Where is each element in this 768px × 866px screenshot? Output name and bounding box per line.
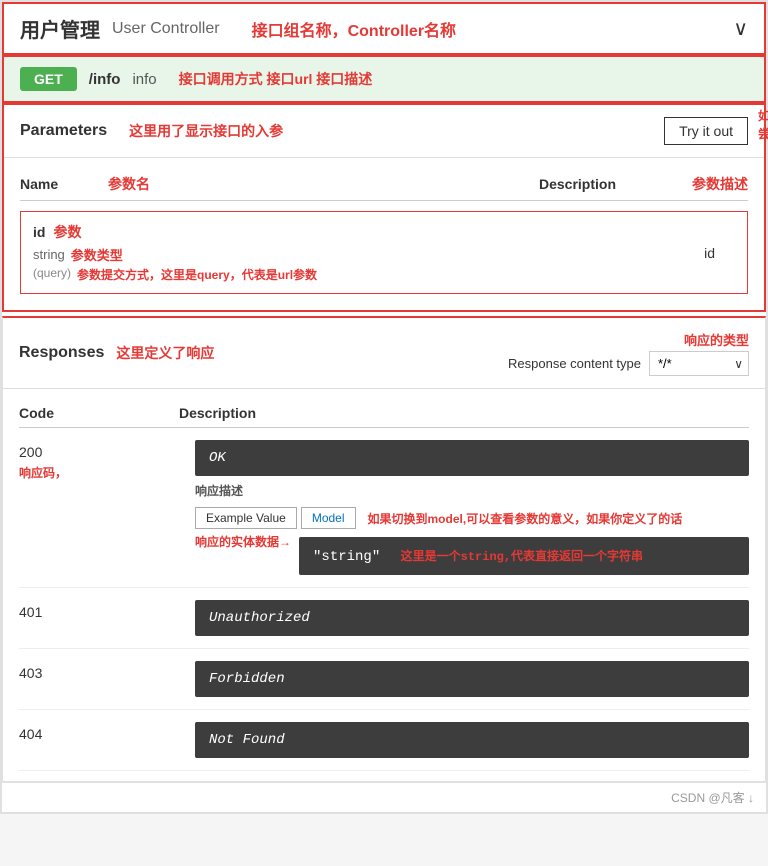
col-description-label: Description <box>179 405 749 421</box>
param-description: id <box>704 245 735 261</box>
param-id-annotation: 参数 <box>53 222 81 242</box>
response-code-annotation: 响应码， <box>19 464 179 481</box>
response-row-404: 404 Not Found <box>19 710 749 771</box>
controller-annotation: 接口组名称，Controller名称 <box>252 17 456 41</box>
responses-section: Responses 这里定义了响应 响应的类型 Response content… <box>2 316 766 782</box>
response-type-select[interactable]: */* <box>649 351 749 376</box>
entity-value-annotation: 这里是一个string,代表直接返回一个字符串 <box>401 550 643 564</box>
response-desc-annotation: 响应描述 <box>195 484 243 498</box>
response-ok-box: OK <box>195 440 749 476</box>
entity-annotation: 响应的实体数据→ <box>195 533 291 550</box>
controller-title-cn: 用户管理 <box>20 14 100 43</box>
response-unauthorized-box: Unauthorized <box>195 600 749 636</box>
tabs-annotation: 如果切换到model,可以查看参数的意义，如果你定义了的话 <box>368 510 683 527</box>
response-type-select-wrapper[interactable]: */* <box>649 351 749 376</box>
param-id-label: id <box>33 224 45 240</box>
param-row: id 参数 string 参数类型 (query) 参数提交方式，这里是quer… <box>33 222 735 283</box>
page-footer: CSDN @凡客 ↓ <box>2 782 766 812</box>
response-code-403: 403 <box>19 661 179 681</box>
response-notfound-box: Not Found <box>195 722 749 758</box>
model-tab[interactable]: Model <box>301 507 356 529</box>
response-code-401: 401 <box>19 600 179 620</box>
endpoint-path: /info <box>89 71 121 88</box>
entity-value: "string" <box>313 549 380 565</box>
response-row-403: 403 Forbidden <box>19 649 749 710</box>
responses-columns: Code Description <box>19 399 749 428</box>
example-value-box: "string" 这里是一个string,代表直接返回一个字符串 <box>299 537 749 575</box>
param-type-annotation: 参数类型 <box>71 245 123 264</box>
responses-header: Responses 这里定义了响应 响应的类型 Response content… <box>3 318 765 389</box>
responses-annotation: 这里定义了响应 <box>116 343 214 363</box>
param-entry-box: id 参数 string 参数类型 (query) 参数提交方式，这里是quer… <box>20 211 748 294</box>
response-row-200: 200 响应码， OK 响应描述 <box>19 428 749 588</box>
method-badge[interactable]: GET <box>20 67 77 91</box>
controller-header: 用户管理 User Controller 接口组名称，Controller名称 … <box>2 2 766 55</box>
param-query-annotation: 参数提交方式，这里是query，代表是url参数 <box>77 266 317 283</box>
response-desc-403: Forbidden <box>195 661 749 697</box>
parameters-annotation: 这里用了显示接口的入参 <box>129 121 283 141</box>
response-code-404: 404 <box>19 722 179 742</box>
footer-text: CSDN @凡客 ↓ <box>671 791 754 805</box>
response-type-annotation: 响应的类型 <box>684 330 749 349</box>
example-value-tab[interactable]: Example Value <box>195 507 297 529</box>
chevron-icon[interactable]: ∨ <box>733 16 748 41</box>
parameters-label: Parameters <box>20 122 107 140</box>
param-query: (query) <box>33 266 71 280</box>
col-name-annotation: 参数名 <box>108 174 150 194</box>
controller-title-en: User Controller <box>112 20 220 38</box>
col-desc-annotation: 参数描述 <box>692 174 748 194</box>
endpoint-annotation: 接口调用方式 接口url 接口描述 <box>179 69 373 89</box>
parameters-table: Name 参数名 Description 参数描述 id 参数 string <box>4 158 764 310</box>
response-forbidden-box: Forbidden <box>195 661 749 697</box>
response-content-type-label: Response content type <box>508 356 641 371</box>
response-row-401: 401 Unauthorized <box>19 588 749 649</box>
try-it-out-button[interactable]: Try it out <box>664 117 748 145</box>
response-desc-200: OK 响应描述 Example Value Model 如果切换到model,可… <box>195 440 749 575</box>
col-desc-label: Description <box>539 176 616 192</box>
param-left: id 参数 string 参数类型 (query) 参数提交方式，这里是quer… <box>33 222 317 283</box>
col-code-label: Code <box>19 405 179 421</box>
endpoint-row: GET /info info 接口调用方式 接口url 接口描述 <box>2 55 766 103</box>
response-desc-404: Not Found <box>195 722 749 758</box>
parameters-section: Parameters 这里用了显示接口的入参 Try it out 如果点击这里… <box>2 103 766 312</box>
params-columns: Name 参数名 Description 参数描述 <box>20 168 748 201</box>
try-annotation: 如果点击这里就可以在页面中尝试调用接口，后图再讲 <box>758 107 768 143</box>
responses-label: Responses <box>19 344 104 362</box>
col-name-label: Name <box>20 176 100 192</box>
response-desc-401: Unauthorized <box>195 600 749 636</box>
param-type: string <box>33 247 65 262</box>
parameters-header: Parameters 这里用了显示接口的入参 Try it out 如果点击这里… <box>4 105 764 158</box>
responses-table: Code Description 200 响应码， OK <box>3 389 765 781</box>
response-code-200: 200 响应码， <box>19 440 179 481</box>
endpoint-name: info <box>132 71 156 88</box>
